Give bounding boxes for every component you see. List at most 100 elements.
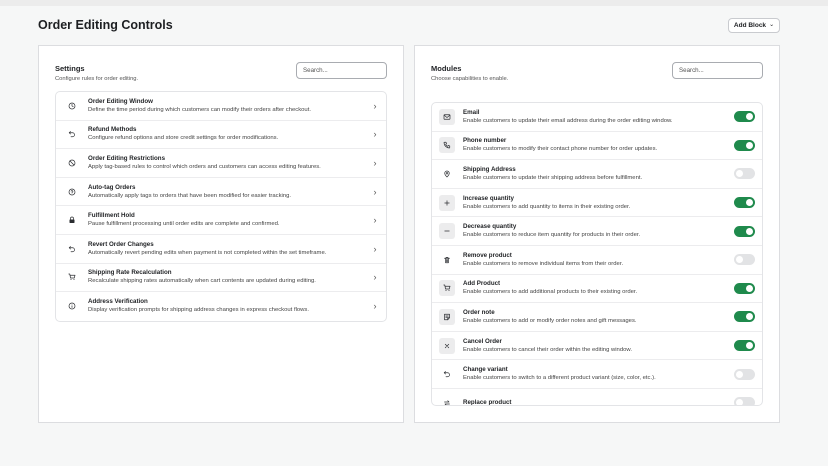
module-row-description: Enable customers to update their shippin… xyxy=(463,174,643,181)
module-toggle[interactable] xyxy=(734,225,755,237)
help-circle-icon xyxy=(56,188,88,196)
phone-icon xyxy=(439,137,455,154)
module-row-title: Order note xyxy=(463,308,495,316)
module-row-description: Enable customers to add quantity to item… xyxy=(463,203,631,210)
module-row-description: Enable customers to remove individual it… xyxy=(463,260,624,267)
module-row-title: Increase quantity xyxy=(463,194,514,202)
chevron-down-icon: ⌄ xyxy=(769,22,775,28)
settings-subtitle: Configure rules for order editing. xyxy=(55,76,139,82)
chevron-right-icon: › xyxy=(373,157,377,168)
settings-row[interactable]: Address Verification Display verification… xyxy=(56,292,386,321)
cart-icon xyxy=(439,280,455,297)
modules-subtitle: Choose capabilities to enable. xyxy=(431,76,509,82)
module-toggle[interactable] xyxy=(734,311,755,323)
plus-icon xyxy=(439,194,455,211)
settings-row-title: Fulfillment Hold xyxy=(88,212,135,220)
module-row-description: Enable customers to add or modify order … xyxy=(463,317,637,324)
settings-search-input[interactable] xyxy=(296,62,387,79)
settings-row-text: Address Verification Display verification… xyxy=(88,298,364,314)
cart-icon xyxy=(56,273,88,281)
module-row-description: Enable customers to reduce item quantity… xyxy=(463,232,641,239)
settings-row[interactable]: Auto-tag Orders Automatically apply tags … xyxy=(56,178,386,207)
module-toggle[interactable] xyxy=(734,340,755,352)
settings-row-description: Pause fulfillment processing until order… xyxy=(88,221,280,228)
modules-list: Email Enable customers to update their em… xyxy=(431,102,763,406)
module-row: Add Product Enable customers to add addit… xyxy=(432,275,762,304)
module-row-description: Enable customers to update their email a… xyxy=(463,117,673,124)
module-row-text: Order note Enable customers to add or mod… xyxy=(463,309,734,325)
settings-row-title: Order Editing Restrictions xyxy=(88,154,166,162)
page-title: Order Editing Controls xyxy=(38,18,173,32)
settings-row-description: Configure refund options and store credi… xyxy=(88,135,279,142)
module-row-text: Phone number Enable customers to modify t… xyxy=(463,137,734,153)
settings-row-text: Revert Order Changes Automatically revert… xyxy=(88,241,364,257)
module-row-description: Enable customers to modify their contact… xyxy=(463,146,658,153)
clock-icon xyxy=(56,102,88,110)
settings-row-text: Shipping Rate Recalculation Recalculate s… xyxy=(88,269,364,285)
module-toggle[interactable] xyxy=(734,168,755,180)
settings-row-description: Apply tag-based rules to control which o… xyxy=(88,163,321,170)
module-row-description: Enable customers to add additional produ… xyxy=(463,289,638,296)
module-toggle[interactable] xyxy=(734,197,755,209)
module-row: Replace product xyxy=(432,389,762,405)
settings-row-title: Refund Methods xyxy=(88,126,137,134)
settings-row-description: Automatically apply tags to orders that … xyxy=(88,192,292,199)
settings-row-text: Order Editing Restrictions Apply tag-base… xyxy=(88,155,364,171)
settings-card: Settings Configure rules for order editi… xyxy=(38,45,404,423)
settings-row-text: Fulfillment Hold Pause fulfillment proces… xyxy=(88,212,364,228)
settings-row[interactable]: Order Editing Window Define the time peri… xyxy=(56,92,386,121)
settings-row[interactable]: Fulfillment Hold Pause fulfillment proces… xyxy=(56,206,386,235)
chevron-right-icon: › xyxy=(373,215,377,226)
module-row-description: Enable customers to switch to a differen… xyxy=(463,375,656,382)
module-row-title: Phone number xyxy=(463,137,507,145)
chevron-right-icon: › xyxy=(373,272,377,283)
modules-search-input[interactable] xyxy=(672,62,763,79)
replace-icon xyxy=(439,395,455,405)
minus-icon xyxy=(439,223,455,240)
module-toggle[interactable] xyxy=(734,282,755,294)
module-row-title: Email xyxy=(463,108,480,116)
module-toggle[interactable] xyxy=(734,368,755,380)
module-row-title: Cancel Order xyxy=(463,337,502,345)
close-icon xyxy=(439,337,455,354)
settings-row-title: Revert Order Changes xyxy=(88,240,154,248)
module-row: Increase quantity Enable customers to add… xyxy=(432,189,762,218)
settings-row[interactable]: Revert Order Changes Automatically revert… xyxy=(56,235,386,264)
chevron-right-icon: › xyxy=(373,243,377,254)
module-row-text: Replace product xyxy=(463,399,734,405)
settings-row-text: Refund Methods Configure refund options a… xyxy=(88,126,364,142)
module-row: Change variant Enable customers to switch… xyxy=(432,360,762,389)
settings-row[interactable]: Shipping Rate Recalculation Recalculate s… xyxy=(56,264,386,293)
settings-row-description: Automatically revert pending edits when … xyxy=(88,249,327,256)
undo-icon xyxy=(439,366,455,382)
settings-row-description: Display verification prompts for shippin… xyxy=(88,307,310,314)
add-block-label: Add Block xyxy=(733,22,767,29)
add-block-button[interactable]: Add Block ⌄ xyxy=(728,18,780,33)
module-row-description: Enable customers to cancel their order w… xyxy=(463,346,632,353)
module-row-text: Change variant Enable customers to switch… xyxy=(463,366,734,382)
module-toggle[interactable] xyxy=(734,254,755,266)
module-row: Remove product Enable customers to remove… xyxy=(432,246,762,275)
modules-title: Modules xyxy=(431,64,462,73)
module-row-text: Increase quantity Enable customers to add… xyxy=(463,195,734,211)
note-icon xyxy=(439,308,455,325)
settings-row-title: Address Verification xyxy=(88,298,148,306)
location-pin-icon xyxy=(439,166,455,182)
settings-row[interactable]: Order Editing Restrictions Apply tag-base… xyxy=(56,149,386,178)
module-row: Cancel Order Enable customers to cancel t… xyxy=(432,332,762,361)
module-row-text: Add Product Enable customers to add addit… xyxy=(463,280,734,296)
top-strip xyxy=(0,0,828,6)
module-toggle[interactable] xyxy=(734,397,755,405)
module-row-text: Cancel Order Enable customers to cancel t… xyxy=(463,338,734,354)
settings-row[interactable]: Refund Methods Configure refund options a… xyxy=(56,121,386,150)
module-row-title: Change variant xyxy=(463,366,508,374)
chevron-right-icon: › xyxy=(373,129,377,140)
settings-row-description: Recalculate shipping rates automatically… xyxy=(88,278,316,285)
module-toggle[interactable] xyxy=(734,111,755,123)
module-row-text: Decrease quantity Enable customers to red… xyxy=(463,223,734,239)
module-toggle[interactable] xyxy=(734,139,755,151)
settings-list: Order Editing Window Define the time peri… xyxy=(55,91,387,322)
module-row: Decrease quantity Enable customers to red… xyxy=(432,217,762,246)
lock-icon xyxy=(56,216,88,224)
module-row-title: Remove product xyxy=(463,251,512,259)
